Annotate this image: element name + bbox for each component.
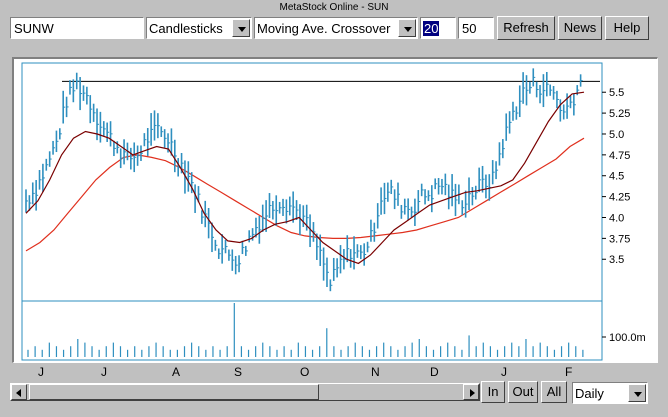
ma-slow-line <box>25 137 585 252</box>
volume-tick-label: 100.0m <box>609 332 646 344</box>
y-tick-label: 3.5 <box>609 254 624 266</box>
chevron-down-icon[interactable] <box>398 19 416 37</box>
zoom-out-button[interactable]: Out <box>508 381 538 403</box>
x-tick-label: J <box>101 365 107 379</box>
y-tick-label: 4.0 <box>609 212 624 224</box>
x-tick-label: J <box>501 365 507 379</box>
indicator-select[interactable]: Moving Ave. Crossover <box>254 17 418 39</box>
refresh-button[interactable]: Refresh <box>497 16 555 40</box>
period-value: Daily <box>575 386 604 401</box>
scroll-right-button[interactable] <box>463 384 479 400</box>
x-tick-label: F <box>565 365 573 379</box>
period-select[interactable]: Daily <box>572 382 648 404</box>
chart-style-value: Candlesticks <box>149 21 223 36</box>
x-tick-label: S <box>234 365 243 379</box>
scroll-thumb[interactable] <box>29 384 319 400</box>
news-button[interactable]: News <box>558 16 602 40</box>
scroll-left-button[interactable] <box>11 384 27 400</box>
chevron-down-icon[interactable] <box>232 19 250 37</box>
ma-fast-line <box>25 91 585 265</box>
fast-period-value: 20 <box>423 21 440 36</box>
plot-frame <box>21 62 603 361</box>
slow-period-value: 50 <box>462 21 477 36</box>
y-tick-label: 3.75 <box>609 233 630 245</box>
chart-area[interactable]: 5.5 5.25 5.0 4.75 4.5 4.25 4.0 3.75 3.5 100.0m <box>12 57 658 363</box>
y-tick-label: 4.25 <box>609 192 630 204</box>
y-tick-label: 5.5 <box>609 87 624 99</box>
symbol-value: SUNW <box>14 21 54 36</box>
help-button[interactable]: Help <box>605 16 649 40</box>
y-tick-label: 4.5 <box>609 171 624 183</box>
indicator-value: Moving Ave. Crossover <box>257 21 391 36</box>
x-tick-label: A <box>172 365 181 379</box>
y-tick-label: 5.25 <box>609 108 630 120</box>
x-tick-label: D <box>430 365 439 379</box>
price-chart: 5.5 5.25 5.0 4.75 4.5 4.25 4.0 3.75 3.5 100.0m <box>21 62 646 361</box>
x-tick-label: O <box>300 365 310 379</box>
symbol-input[interactable]: SUNW <box>10 17 144 39</box>
x-tick-label: J <box>38 365 44 379</box>
y-tick-label: 4.75 <box>609 150 630 162</box>
show-all-button[interactable]: All <box>541 381 567 403</box>
chevron-down-icon[interactable] <box>628 384 646 402</box>
window-title: MetaStock Online - SUN <box>279 2 389 13</box>
fast-period-input[interactable]: 20 <box>420 17 456 39</box>
horizontal-scrollbar[interactable] <box>10 383 480 401</box>
zoom-in-button[interactable]: In <box>481 381 505 403</box>
slow-period-input[interactable]: 50 <box>458 17 494 39</box>
x-tick-label: N <box>371 365 380 379</box>
chart-style-select[interactable]: Candlesticks <box>146 17 252 39</box>
y-tick-label: 5.0 <box>609 129 624 141</box>
